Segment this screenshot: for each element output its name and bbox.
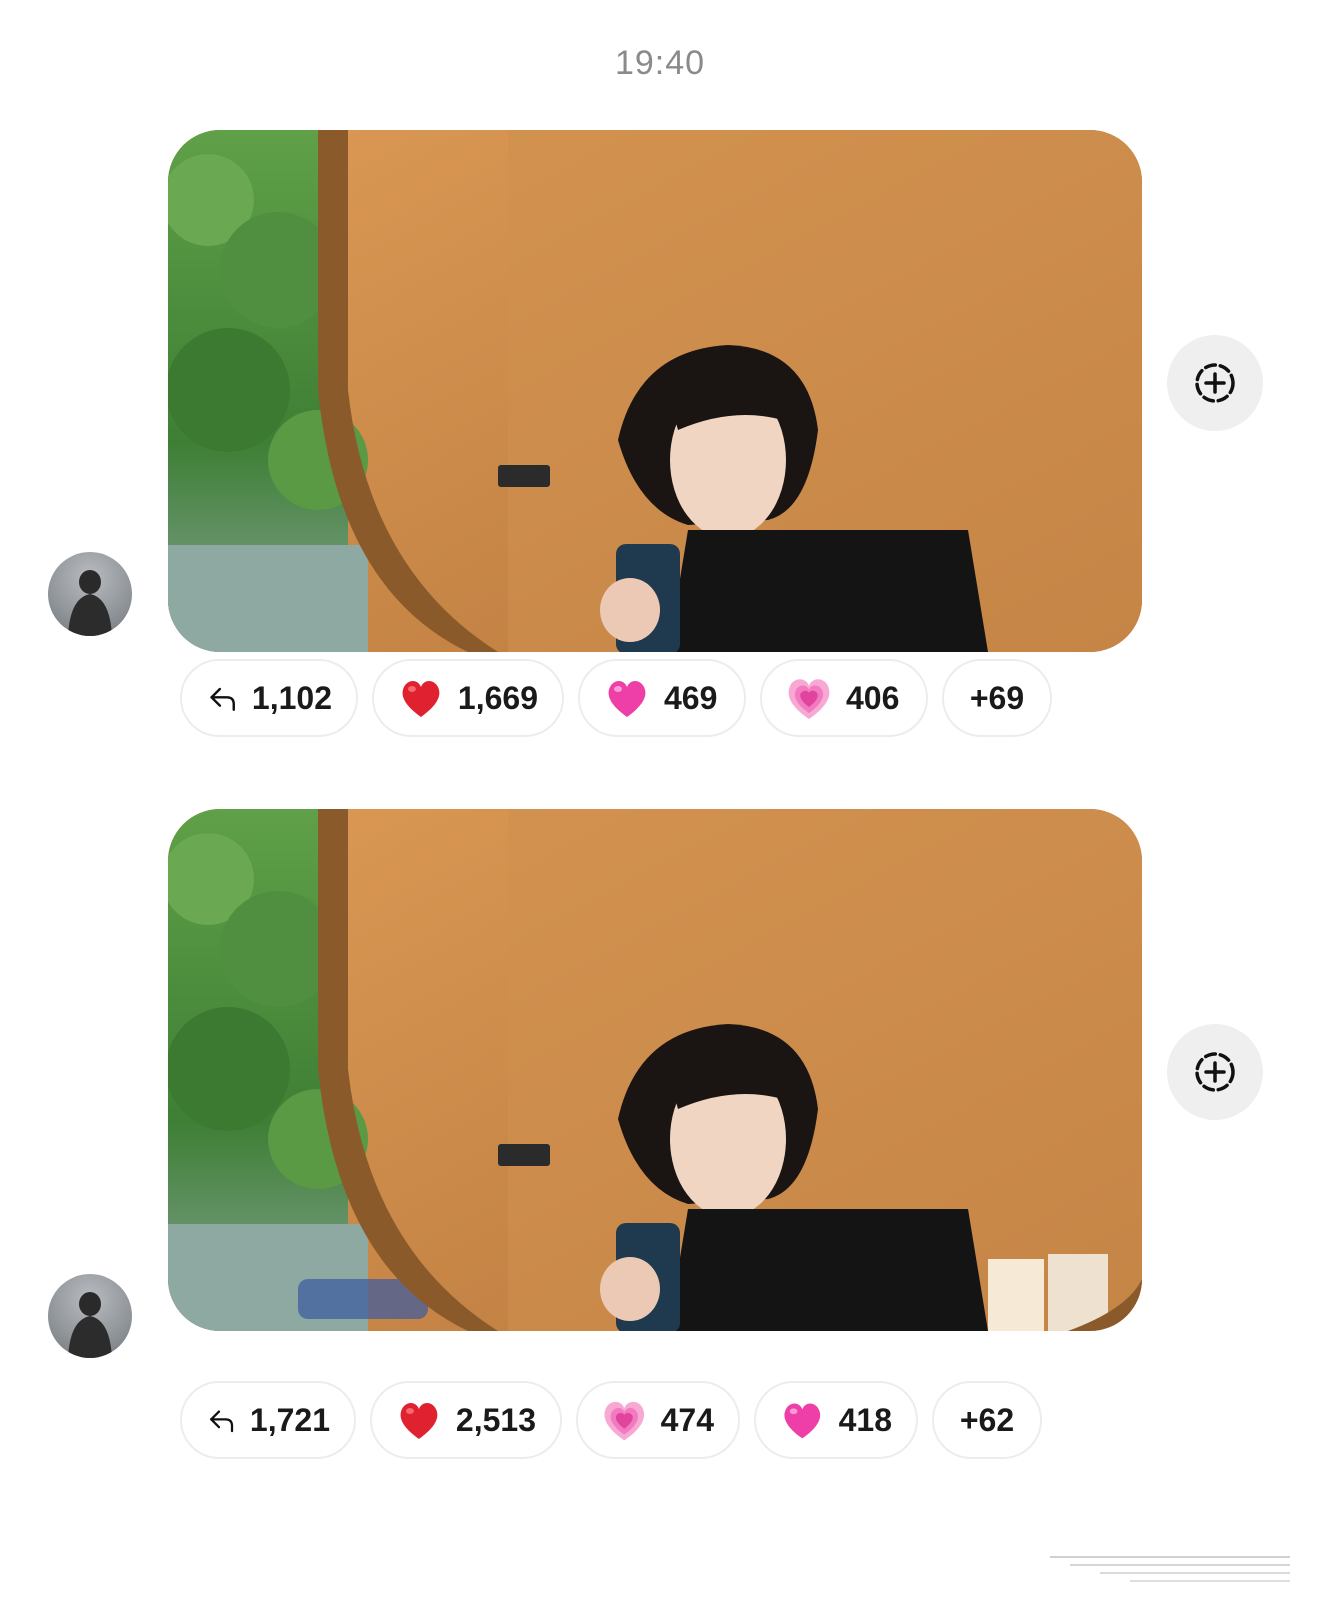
reply-count-pill[interactable]: 1,102 [180, 659, 358, 737]
reply-count: 1,721 [249, 1401, 330, 1438]
growing-heart-icon [788, 679, 830, 719]
share-button[interactable] [1167, 335, 1263, 431]
more-reactions-count: +69 [969, 679, 1025, 716]
more-reactions-pill[interactable]: +62 [932, 1381, 1042, 1459]
share-button[interactable] [1167, 1024, 1263, 1120]
watermark-lines [1050, 1556, 1290, 1582]
sender-avatar[interactable] [48, 1274, 132, 1358]
reply-icon [210, 687, 235, 712]
pink-heart-icon [608, 681, 646, 717]
reaction-bar: 1,721 2,513 474 418 +62 [180, 1381, 1042, 1459]
growing-heart-icon [604, 1401, 645, 1441]
reaction-count: 469 [664, 679, 718, 716]
reaction-count: 406 [846, 679, 900, 716]
sender-avatar[interactable] [48, 552, 132, 636]
message-timestamp: 19:40 [614, 44, 706, 82]
photo-message[interactable] [168, 130, 1142, 652]
reply-count-pill[interactable]: 1,721 [180, 1381, 356, 1459]
reaction-count: 474 [660, 1401, 714, 1438]
reaction-pill[interactable]: 1,669 [372, 659, 564, 737]
add-to-story-icon [1195, 1052, 1235, 1092]
photo-message[interactable] [168, 809, 1142, 1331]
red-heart-icon [402, 681, 440, 717]
reaction-pill[interactable]: 2,513 [370, 1381, 562, 1459]
reaction-count: 2,513 [455, 1401, 536, 1438]
reaction-pill[interactable]: 474 [576, 1381, 740, 1459]
add-to-story-icon [1195, 363, 1235, 403]
reaction-pill[interactable]: 418 [754, 1381, 918, 1459]
reaction-pill[interactable]: 469 [578, 659, 746, 737]
more-reactions-count: +62 [959, 1401, 1015, 1438]
more-reactions-pill[interactable]: +69 [942, 659, 1052, 737]
red-heart-icon [400, 1403, 438, 1439]
reaction-count: 418 [838, 1401, 892, 1438]
reply-count: 1,102 [251, 679, 332, 716]
reply-icon [210, 1410, 234, 1433]
reaction-bar: 1,102 1,669 469 406 +69 [180, 659, 1052, 737]
pink-heart-icon [784, 1403, 821, 1439]
reaction-pill[interactable]: 406 [760, 659, 928, 737]
reaction-count: 1,669 [457, 679, 538, 716]
